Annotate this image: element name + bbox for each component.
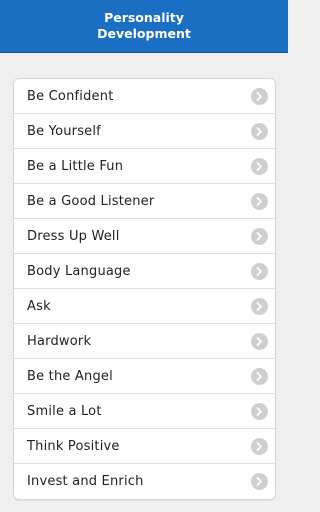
chevron-right-icon [251, 437, 268, 455]
list-item-label: Be Confident [27, 88, 114, 104]
list-item-label: Body Language [27, 263, 131, 279]
list-item[interactable]: Be Confident [14, 79, 275, 114]
page-title-line1: Personality [104, 10, 184, 25]
chevron-right-icon [251, 227, 268, 245]
page-title-line2: Development [97, 26, 191, 41]
chevron-right-icon [251, 332, 268, 350]
chevron-right-icon [251, 297, 268, 315]
list-item-label: Hardwork [27, 333, 92, 349]
list-item-label: Invest and Enrich [27, 474, 144, 489]
list-item-label: Be the Angel [27, 368, 113, 384]
list-item-label: Be a Good Listener [27, 193, 155, 209]
list-item-label: Be Yourself [27, 123, 101, 139]
chevron-right-icon [251, 192, 268, 210]
list-item[interactable]: Be the Angel [14, 359, 275, 394]
chevron-right-icon [251, 473, 268, 490]
topics-list: Be Confident Be Yourself Be a Little Fun… [13, 78, 276, 500]
list-item[interactable]: Smile a Lot [14, 394, 275, 429]
chevron-right-icon [251, 262, 268, 280]
chevron-right-icon [251, 87, 268, 105]
list-item-label: Be a Little Fun [27, 158, 124, 174]
app-header: Personality Development [0, 0, 288, 53]
list-item[interactable]: Think Positive [14, 429, 275, 464]
chevron-right-icon [251, 367, 268, 385]
list-item[interactable]: Ask [14, 289, 275, 324]
list-item[interactable]: Be Yourself [14, 114, 275, 149]
list-item-label: Smile a Lot [27, 403, 102, 419]
list-item[interactable]: Be a Good Listener [14, 184, 275, 219]
list-item-label: Dress Up Well [27, 228, 120, 244]
chevron-right-icon [251, 157, 268, 175]
list-item-label: Ask [27, 298, 51, 314]
list-item[interactable]: Invest and Enrich [14, 464, 275, 499]
list-item[interactable]: Dress Up Well [14, 219, 275, 254]
list-item[interactable]: Body Language [14, 254, 275, 289]
list-item[interactable]: Hardwork [14, 324, 275, 359]
chevron-right-icon [251, 122, 268, 140]
list-item-label: Think Positive [27, 438, 120, 454]
chevron-right-icon [251, 402, 268, 420]
list-item[interactable]: Be a Little Fun [14, 149, 275, 184]
